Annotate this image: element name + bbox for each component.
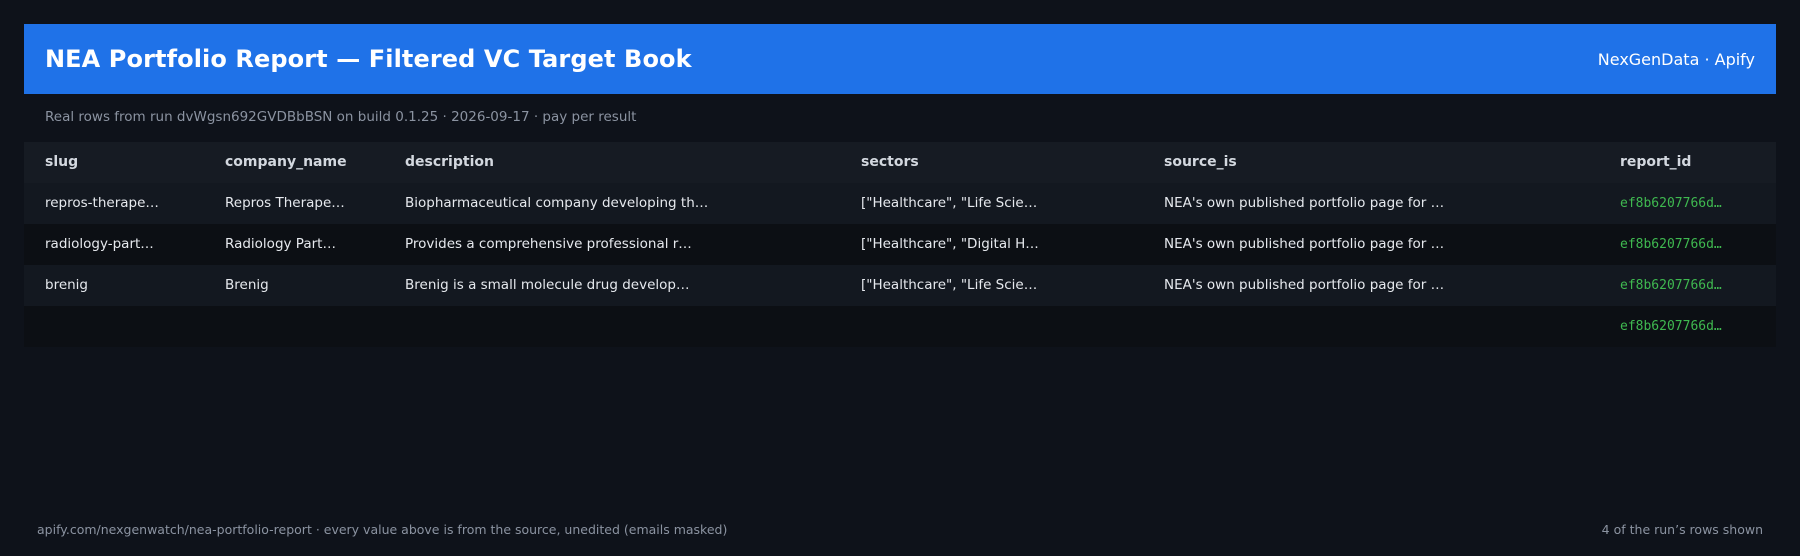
table-row[interactable]: radiology-part… Radiology Part… Provides…	[24, 224, 1776, 265]
cell-report-id: ef8b6207766d…	[1620, 319, 1722, 334]
cell-slug: brenig	[45, 277, 89, 293]
run-subtitle: Real rows from run dvWgsn692GVDBbBSN on …	[45, 109, 637, 125]
table-header-row: slug company_name description sectors so…	[24, 142, 1776, 183]
cell-report-id: ef8b6207766d…	[1620, 237, 1722, 252]
cell-source-is: NEA's own published portfolio page for …	[1164, 277, 1445, 293]
cell-source-is: NEA's own published portfolio page for …	[1164, 195, 1445, 211]
cell-company-name: Brenig	[225, 277, 269, 293]
cell-company-name	[225, 306, 395, 347]
brand-label: NexGenData · Apify	[1597, 49, 1755, 69]
cell-slug: radiology-part…	[45, 236, 154, 252]
report-header: NEA Portfolio Report — Filtered VC Targe…	[24, 24, 1776, 94]
cell-source-is	[1164, 306, 1609, 347]
column-header-sectors[interactable]: sectors	[861, 142, 1154, 183]
table-row[interactable]: ef8b6207766d…	[24, 306, 1776, 347]
footer-source-note: apify.com/nexgenwatch/nea-portfolio-repo…	[37, 522, 728, 537]
footer-row-count: 4 of the run’s rows shown	[1601, 522, 1763, 537]
cell-description	[405, 306, 850, 347]
table-row[interactable]: repros-therape… Repros Therape… Biopharm…	[24, 183, 1776, 224]
cell-sectors: ["Healthcare", "Life Scie…	[861, 277, 1038, 293]
cell-description: Biopharmaceutical company developing th…	[405, 195, 709, 211]
cell-sectors: ["Healthcare", "Digital H…	[861, 236, 1039, 252]
cell-sectors: ["Healthcare", "Life Scie…	[861, 195, 1038, 211]
table-row[interactable]: brenig Brenig Brenig is a small molecule…	[24, 265, 1776, 306]
column-header-description[interactable]: description	[405, 142, 850, 183]
cell-description: Brenig is a small molecule drug develop…	[405, 277, 690, 293]
results-table: slug company_name description sectors so…	[24, 142, 1776, 347]
cell-sectors	[861, 306, 1154, 347]
cell-description: Provides a comprehensive professional r…	[405, 236, 692, 252]
column-header-slug[interactable]: slug	[45, 142, 215, 183]
cell-company-name: Radiology Part…	[225, 236, 336, 252]
cell-report-id: ef8b6207766d…	[1620, 278, 1722, 293]
column-header-company-name[interactable]: company_name	[225, 142, 395, 183]
cell-report-id: ef8b6207766d…	[1620, 196, 1722, 211]
cell-source-is: NEA's own published portfolio page for …	[1164, 236, 1445, 252]
cell-slug	[45, 306, 215, 347]
page-title: NEA Portfolio Report — Filtered VC Targe…	[45, 45, 692, 73]
cell-slug: repros-therape…	[45, 195, 159, 211]
column-header-report-id[interactable]: report_id	[1620, 142, 1770, 183]
column-header-source-is[interactable]: source_is	[1164, 142, 1609, 183]
cell-company-name: Repros Therape…	[225, 195, 345, 211]
